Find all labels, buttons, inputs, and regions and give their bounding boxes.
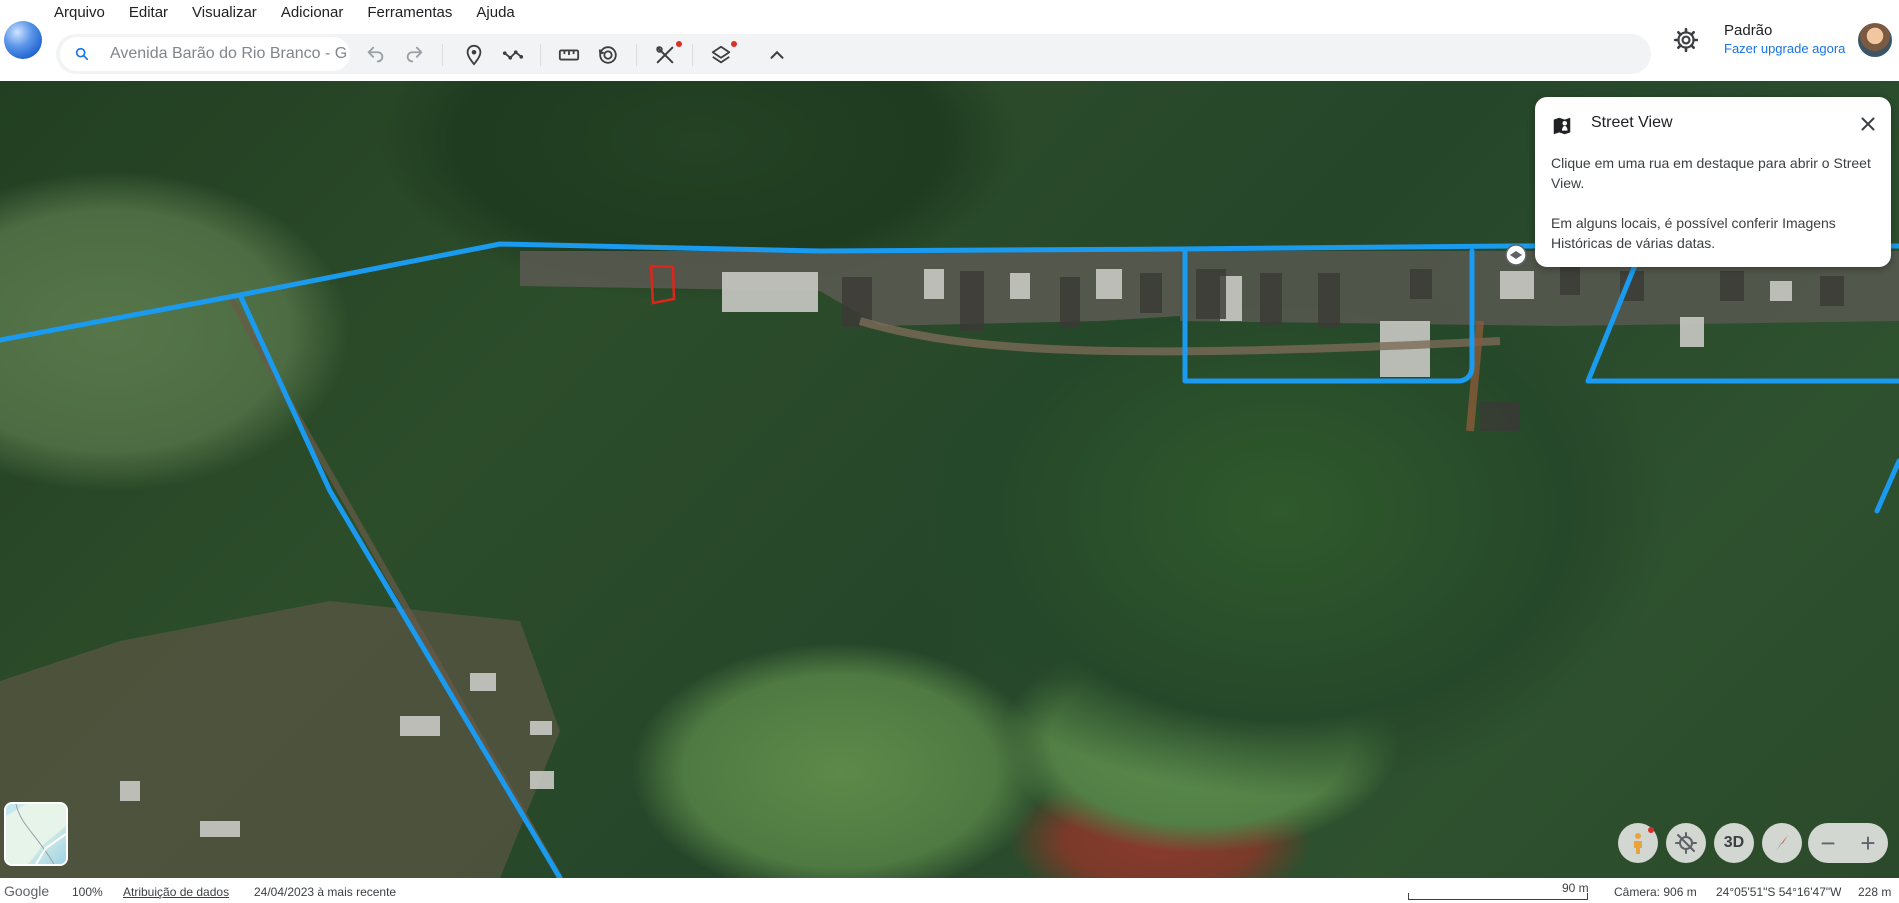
search-icon[interactable]	[74, 46, 90, 62]
search-input[interactable]: Avenida Barão do Rio Branco - G	[110, 45, 346, 63]
gear-icon[interactable]	[1673, 27, 1699, 53]
ruler-icon[interactable]	[558, 44, 580, 66]
coordinates: 24°05'51"S 54°16'47"W	[1716, 885, 1842, 899]
status-bar: Google 100% Atribuição de dados 24/04/20…	[0, 878, 1899, 903]
three-d-label: 3D	[1723, 834, 1745, 851]
menu-ferramentas[interactable]: Ferramentas	[367, 4, 452, 22]
street-view-card: Street View Clique em uma rua em destaqu…	[1535, 97, 1891, 267]
toolbar: Avenida Barão do Rio Branco - G	[56, 34, 1651, 74]
layers-alert-dot	[731, 41, 737, 47]
zoom-out-button[interactable]: −	[1808, 823, 1848, 863]
redo-icon[interactable]	[404, 44, 426, 66]
chevron-up-icon[interactable]	[766, 44, 788, 66]
three-d-button[interactable]: 3D	[1714, 823, 1754, 863]
google-brand: Google	[4, 883, 50, 899]
toolbar-divider	[692, 44, 693, 66]
elevation: 228 m	[1858, 885, 1892, 899]
layers-icon[interactable]	[710, 44, 732, 66]
menu-visualizar[interactable]: Visualizar	[192, 4, 257, 22]
street-view-title: Street View	[1591, 114, 1673, 131]
compass-icon	[1776, 835, 1788, 851]
close-icon[interactable]	[1857, 113, 1879, 135]
location-off-button[interactable]	[1666, 823, 1706, 863]
pegman-icon	[1634, 833, 1642, 854]
pegman-alert-dot	[1648, 827, 1654, 833]
historical-imagery-icon[interactable]	[597, 44, 619, 66]
search-box[interactable]: Avenida Barão do Rio Branco - G	[60, 37, 350, 71]
google-earth-logo[interactable]	[4, 21, 42, 59]
street-view-paragraph-1: Clique em uma rua em destaque para abrir…	[1551, 155, 1871, 191]
profile-name: Padrão	[1724, 22, 1773, 39]
tools-icon[interactable]	[654, 44, 676, 66]
mini-map[interactable]	[4, 802, 68, 866]
undo-icon[interactable]	[364, 44, 386, 66]
menu-ajuda[interactable]: Ajuda	[476, 4, 514, 22]
location-off-icon	[1675, 832, 1697, 854]
avatar[interactable]	[1858, 23, 1892, 57]
zoom-control: − +	[1808, 823, 1888, 863]
zoom-in-button[interactable]: +	[1848, 823, 1888, 863]
placemark-icon[interactable]	[463, 44, 485, 66]
mini-map-graphic	[6, 804, 66, 864]
upgrade-link[interactable]: Fazer upgrade agora	[1724, 41, 1845, 56]
toolbar-divider	[636, 44, 637, 66]
menu-editar[interactable]: Editar	[129, 4, 168, 22]
path-icon[interactable]	[502, 44, 524, 66]
toolbar-divider	[442, 44, 443, 66]
zoom-level: 100%	[72, 885, 103, 899]
data-attribution-link[interactable]: Atribuição de dados	[123, 885, 229, 899]
street-view-map-icon	[1553, 117, 1571, 135]
menu-arquivo[interactable]: Arquivo	[54, 4, 105, 22]
top-bar: Arquivo Editar Visualizar Adicionar Ferr…	[0, 0, 1899, 81]
street-view-paragraph-2: Em alguns locais, é possível conferir Im…	[1551, 215, 1836, 251]
camera-altitude: Câmera: 906 m	[1614, 885, 1697, 899]
imagery-date[interactable]: 24/04/2023 à mais recente	[254, 885, 396, 899]
scale-bar	[1408, 893, 1588, 900]
tools-alert-dot	[676, 41, 682, 47]
toolbar-divider	[540, 44, 541, 66]
compass-button[interactable]	[1762, 823, 1802, 863]
menu-bar: Arquivo Editar Visualizar Adicionar Ferr…	[54, 4, 539, 22]
menu-adicionar[interactable]: Adicionar	[281, 4, 344, 22]
